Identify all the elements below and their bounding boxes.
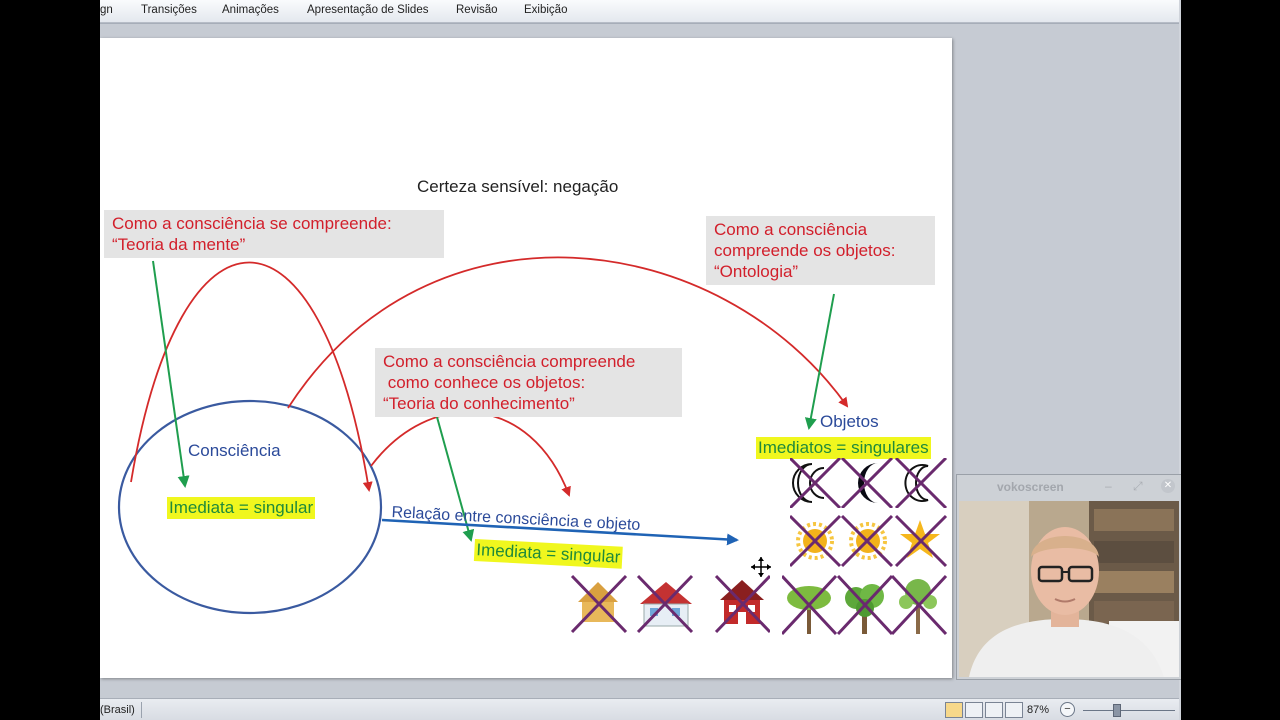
slide-canvas[interactable]: Certeza sensível: negação Como a consciê… xyxy=(100,38,952,678)
zoom-out-button[interactable]: − xyxy=(1060,702,1075,717)
objetos-label: Objetos xyxy=(820,412,879,431)
tab-design[interactable]: gn xyxy=(100,4,113,16)
normal-view-icon[interactable] xyxy=(945,702,963,718)
box-ontologia: Como a consciência compreende os objetos… xyxy=(706,216,935,285)
zoom-level[interactable]: 87% xyxy=(1027,704,1049,716)
slideshow-icon[interactable] xyxy=(1005,702,1023,718)
arrow-ontologia-green xyxy=(804,293,835,430)
reading-view-icon[interactable] xyxy=(985,702,1003,718)
left-black-border xyxy=(0,0,100,720)
arc-conhecimento xyxy=(370,411,571,497)
status-separator xyxy=(141,702,142,718)
tree-icons-row xyxy=(782,574,948,636)
move-cursor-icon xyxy=(751,557,771,577)
consciencia-label: Consciência xyxy=(188,441,281,460)
right-black-border xyxy=(1181,0,1280,720)
minimize-icon[interactable]: – xyxy=(1105,479,1112,493)
status-bar: (Brasil) 87% − xyxy=(100,698,1181,720)
webcam-title: vokoscreen xyxy=(997,480,1064,494)
tab-exibicao[interactable]: Exibição xyxy=(524,4,567,16)
tab-animacoes[interactable]: Animações xyxy=(222,4,279,16)
moon-icon xyxy=(792,463,825,503)
ribbon-tabs: gn Transições Animações Apresentação de … xyxy=(100,0,1181,23)
house-icons-row xyxy=(570,574,770,634)
webcam-overlay[interactable]: vokoscreen – ⤢ ✕ xyxy=(956,474,1182,680)
tab-revisao[interactable]: Revisão xyxy=(456,4,498,16)
maximize-icon[interactable]: ⤢ xyxy=(1133,479,1143,494)
sun-icons-row xyxy=(790,514,948,568)
tab-apresentacao[interactable]: Apresentação de Slides xyxy=(307,4,428,16)
slide-title: Certeza sensível: negação xyxy=(417,177,619,196)
objetos-singulares-label: Imediatos = singulares xyxy=(756,437,931,459)
tree-icon xyxy=(787,586,831,634)
close-icon[interactable]: ✕ xyxy=(1161,479,1175,493)
box-teoria-mente: Como a consciência se compreende: “Teori… xyxy=(104,210,444,258)
tab-transicoes[interactable]: Transições xyxy=(141,4,197,16)
presenter-image xyxy=(959,501,1179,677)
zoom-slider[interactable] xyxy=(1083,710,1175,711)
slide-sorter-icon[interactable] xyxy=(965,702,983,718)
webcam-video xyxy=(959,501,1179,677)
consciencia-singular-label: Imediata = singular xyxy=(167,497,316,519)
zoom-slider-thumb[interactable] xyxy=(1113,704,1121,717)
box-teoria-conhecimento: Como a consciência compreende como conhe… xyxy=(375,348,682,417)
ribbon-divider xyxy=(100,23,1181,24)
language-indicator[interactable]: (Brasil) xyxy=(100,704,135,716)
moon-icons-row xyxy=(790,458,948,508)
